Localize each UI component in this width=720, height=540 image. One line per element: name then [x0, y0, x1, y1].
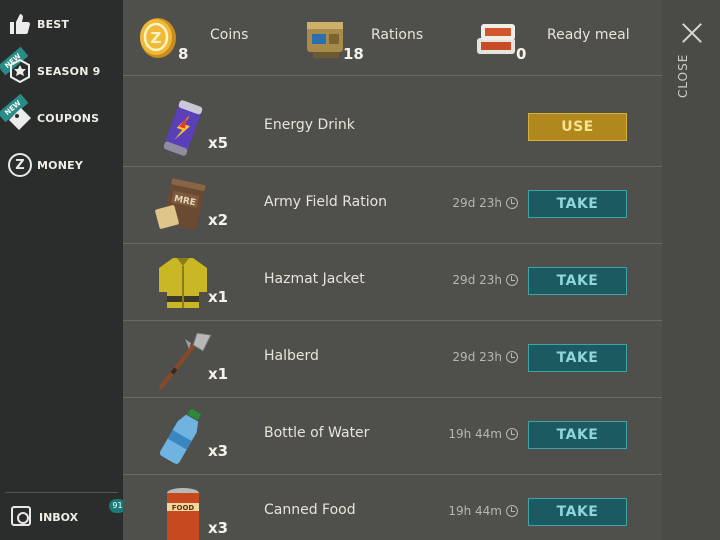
water-bottle-icon: [159, 408, 201, 464]
sidebar-item-label: SEASON 9: [37, 64, 101, 78]
energy-drink-icon: [163, 100, 203, 156]
item-name: Energy Drink: [264, 117, 355, 133]
item-name: Hazmat Jacket: [264, 271, 365, 287]
item-timer: 19h 44m: [448, 427, 518, 441]
ready-meal-label: Ready meal: [547, 27, 630, 43]
svg-text:Z: Z: [151, 29, 162, 47]
close-icon: [681, 22, 703, 44]
list-item: MRE x2 Army Field Ration 29d 23h TAKE: [123, 167, 662, 244]
list-item: FOOD x3 Canned Food 19h 44m TAKE: [123, 475, 662, 540]
sidebar-item-label: COUPONS: [37, 111, 100, 125]
take-button[interactable]: TAKE: [528, 344, 627, 372]
resource-coins: Z 8 Coins: [138, 0, 288, 76]
resource-ready-meal: 0 Ready meal: [475, 0, 655, 76]
take-button[interactable]: TAKE: [528, 190, 627, 218]
take-button[interactable]: TAKE: [528, 267, 627, 295]
item-qty: x2: [208, 211, 229, 229]
svg-text:FOOD: FOOD: [172, 504, 195, 512]
sidebar-item-money[interactable]: Z MONEY: [0, 143, 123, 187]
item-qty: x5: [208, 134, 229, 152]
hazmat-jacket-icon: [159, 258, 207, 308]
close-button[interactable]: CLOSE: [672, 18, 712, 108]
item-timer: 19h 44m: [448, 504, 518, 518]
rations-label: Rations: [371, 27, 424, 43]
use-button[interactable]: USE: [528, 113, 627, 141]
item-name: Canned Food: [264, 502, 356, 518]
sidebar: BEST NEW SEASON 9 NEW COUPONS Z MONEY IN…: [0, 0, 126, 540]
list-item: x5 Energy Drink USE: [123, 90, 662, 167]
item-name: Bottle of Water: [264, 425, 370, 441]
clock-icon: [506, 505, 518, 517]
close-label: CLOSE: [676, 53, 690, 98]
item-qty: x3: [208, 519, 229, 537]
sidebar-item-best[interactable]: BEST: [0, 2, 123, 46]
item-name: Army Field Ration: [264, 194, 388, 210]
ready-meal-count: 0: [516, 45, 527, 63]
season-badge-icon: [7, 58, 33, 84]
coins-count: 8: [178, 45, 189, 63]
clock-icon: [506, 428, 518, 440]
resource-bar: Z 8 Coins 18 Rations 0 Ready meal: [123, 0, 662, 76]
sidebar-item-coupons[interactable]: NEW COUPONS: [0, 93, 123, 140]
item-timer: 29d 23h: [452, 196, 518, 210]
sidebar-item-season[interactable]: NEW SEASON 9: [0, 46, 123, 93]
clock-icon: [506, 197, 518, 209]
ready-meal-icon: [477, 24, 515, 54]
inbox-label: INBOX: [39, 511, 79, 524]
coins-label: Coins: [210, 27, 249, 43]
sidebar-item-label: BEST: [37, 17, 70, 31]
list-item: x1 Halberd 29d 23h TAKE: [123, 321, 662, 398]
canned-food-icon: FOOD: [167, 488, 199, 540]
take-button[interactable]: TAKE: [528, 421, 627, 449]
halberd-icon: [159, 332, 212, 389]
rations-count: 18: [343, 45, 364, 63]
list-item: x3 Bottle of Water 19h 44m TAKE: [123, 398, 662, 475]
item-name: Halberd: [264, 348, 319, 364]
inbox-button[interactable]: INBOX 91: [5, 492, 126, 540]
list-item: x1 Hazmat Jacket 29d 23h TAKE: [123, 244, 662, 321]
coin-icon: Z: [7, 152, 33, 178]
coin-icon: Z: [140, 18, 176, 58]
thumbs-up-icon: [7, 11, 33, 37]
item-timer: 29d 23h: [452, 350, 518, 364]
reward-panel: Z 8 Coins 18 Rations 0 Ready meal x5 Ene…: [123, 0, 662, 540]
item-qty: x3: [208, 442, 229, 460]
inbox-icon: [11, 506, 31, 526]
item-qty: x1: [208, 365, 229, 383]
clock-icon: [506, 351, 518, 363]
coupon-icon: [7, 105, 33, 131]
item-qty: x1: [208, 288, 229, 306]
take-button[interactable]: TAKE: [528, 498, 627, 526]
item-timer: 29d 23h: [452, 273, 518, 287]
mre-icon: MRE: [155, 178, 206, 230]
resource-rations: 18 Rations: [303, 0, 453, 76]
clock-icon: [506, 274, 518, 286]
sidebar-item-label: MONEY: [37, 158, 83, 172]
